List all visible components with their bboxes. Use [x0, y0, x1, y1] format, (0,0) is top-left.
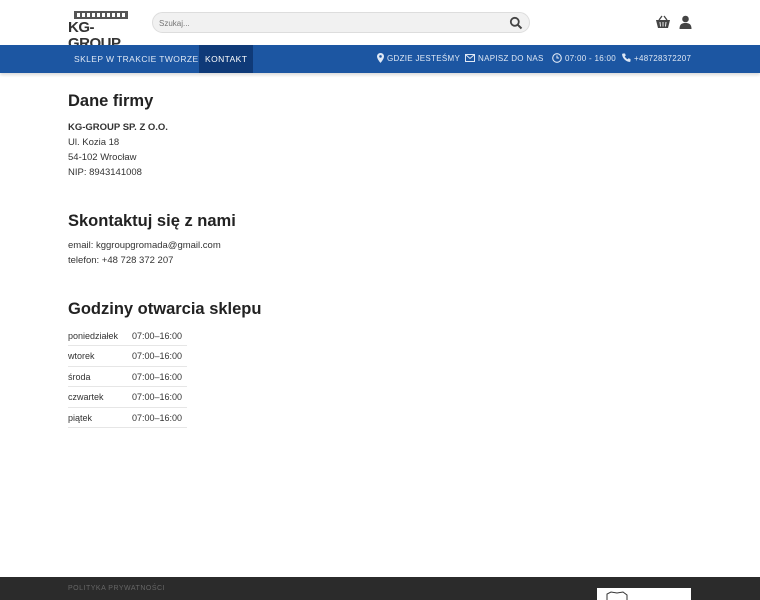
- envelope-icon: [465, 53, 475, 62]
- company-street: Ul. Kozia 18: [68, 137, 120, 148]
- site-header: KG-GROUP: [0, 0, 760, 52]
- nav-location-label: GDZIE JESTEŚMY: [387, 54, 461, 63]
- map-pin-icon: [377, 52, 384, 63]
- company-city: 54-102 Wrocław: [68, 152, 137, 163]
- hours-section-title: Godziny otwarcia sklepu: [68, 300, 262, 318]
- table-row: piątek 07:00–16:00: [68, 408, 187, 428]
- nav-message-label: NAPISZ DO NAS: [478, 54, 544, 63]
- logo[interactable]: KG-GROUP: [68, 10, 134, 52]
- hours-time: 07:00–16:00: [132, 412, 183, 423]
- hours-time: 07:00–16:00: [132, 351, 183, 362]
- hours-day: poniedziałek: [68, 331, 119, 341]
- table-row: czwartek 07:00–16:00: [68, 387, 187, 408]
- hours-time: 07:00–16:00: [132, 371, 183, 382]
- search-input[interactable]: [159, 15, 499, 31]
- main-nav: SKLEP W TRAKCIE TWORZENIA KONTAKT GDZIE …: [0, 45, 760, 73]
- phone-icon: [622, 53, 631, 63]
- nav-phone[interactable]: +48728372207: [622, 45, 691, 73]
- table-row: poniedziałek 07:00–16:00: [68, 326, 187, 347]
- nav-item-contact[interactable]: KONTAKT: [199, 45, 254, 73]
- contact-email: email: kggroupgromada@gmail.com: [68, 240, 221, 251]
- search-bar: [152, 12, 530, 33]
- table-row: wtorek 07:00–16:00: [68, 346, 187, 367]
- contact-section-title: Skontaktuj się z nami: [68, 212, 236, 230]
- hours-day: środa: [68, 371, 91, 382]
- hours-day: piątek: [68, 412, 93, 423]
- nav-phone-label: +48728372207: [634, 54, 692, 63]
- cart-icon[interactable]: [655, 15, 671, 29]
- nav-hours-label: 07:00 - 16:00: [565, 54, 617, 63]
- site-footer: POLITYKA PRYWATNOŚCI: [0, 577, 760, 600]
- nav-item-shop[interactable]: SKLEP W TRAKCIE TWORZENIA: [74, 45, 214, 73]
- company-section-title: Dane firmy: [68, 92, 154, 110]
- company-nip: NIP: 8943141008: [68, 167, 142, 178]
- nav-message[interactable]: NAPISZ DO NAS: [465, 45, 544, 73]
- footer-badge-image: [597, 588, 691, 600]
- hours-time: 07:00–16:00: [132, 331, 183, 341]
- user-account-icon[interactable]: [679, 15, 692, 29]
- nav-hours: 07:00 - 16:00: [552, 45, 616, 73]
- hours-time: 07:00–16:00: [132, 392, 183, 403]
- privacy-policy-link[interactable]: POLITYKA PRYWATNOŚCI: [68, 585, 165, 592]
- nav-location[interactable]: GDZIE JESTEŚMY: [377, 45, 460, 73]
- search-icon[interactable]: [509, 16, 523, 30]
- table-row: środa 07:00–16:00: [68, 367, 187, 388]
- hours-day: wtorek: [68, 351, 95, 362]
- hours-day: czwartek: [68, 392, 104, 403]
- company-name: KG-GROUP SP. Z O.O.: [68, 122, 168, 133]
- contact-phone: telefon: +48 728 372 207: [68, 255, 174, 266]
- clock-icon: [552, 53, 562, 63]
- badge-outline-icon: [606, 591, 628, 600]
- opening-hours-table: poniedziałek 07:00–16:00 wtorek 07:00–16…: [68, 326, 187, 428]
